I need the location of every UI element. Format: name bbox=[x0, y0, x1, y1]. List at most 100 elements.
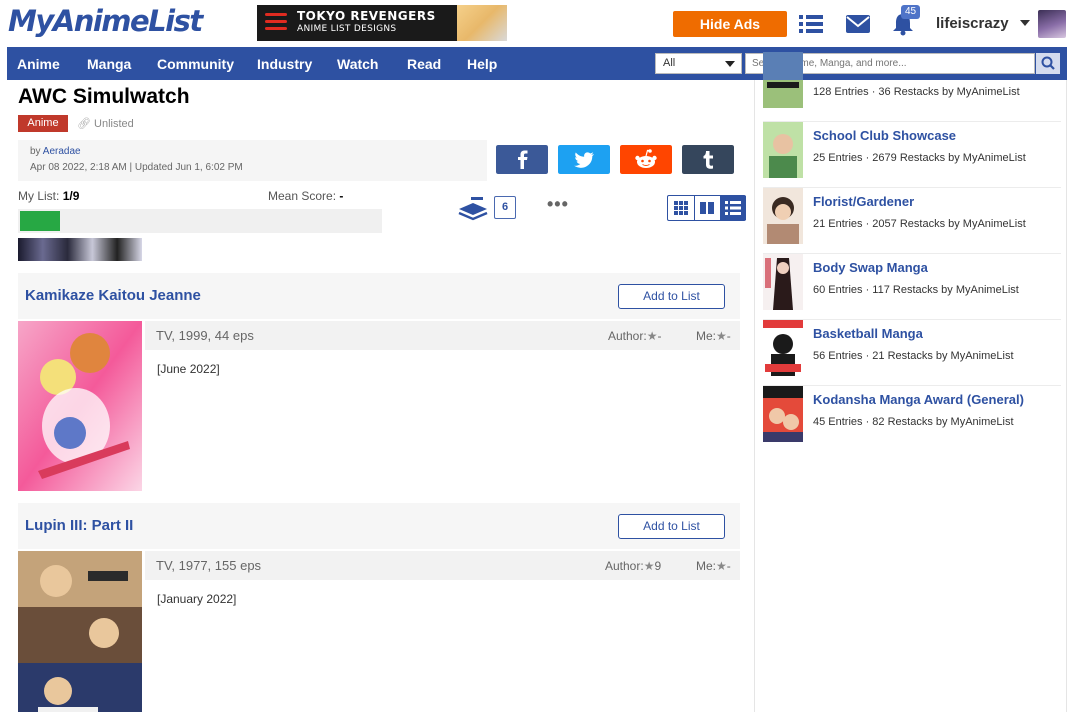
nav-read[interactable]: Read bbox=[407, 56, 441, 72]
star-icon: ★ bbox=[716, 329, 727, 343]
notification-badge: 45 bbox=[901, 5, 921, 19]
nav-manga[interactable]: Manga bbox=[87, 56, 131, 72]
my-score: Me:★- bbox=[696, 559, 731, 573]
my-score: Me:★- bbox=[696, 329, 731, 343]
stack-meta: 45 Entries · 82 Restacks by MyAnimeList bbox=[813, 416, 1014, 428]
entry-note: [June 2022] bbox=[157, 362, 220, 376]
list-view-icon[interactable] bbox=[720, 196, 746, 220]
banner-title: TOKYO REVENGERS bbox=[297, 9, 436, 23]
nav-community[interactable]: Community bbox=[157, 56, 234, 72]
my-score-value: - bbox=[726, 329, 731, 343]
more-options-icon[interactable]: ••• bbox=[547, 194, 569, 215]
entry-header: Lupin III: Part II Add to List bbox=[18, 503, 740, 549]
stack-thumbnail[interactable] bbox=[763, 188, 803, 244]
sidebar-stack-item[interactable]: Florist/Gardener 21 Entries · 2057 Resta… bbox=[763, 188, 1061, 254]
view-toggle bbox=[667, 195, 746, 221]
nav-help[interactable]: Help bbox=[467, 56, 497, 72]
mean-score-value: - bbox=[339, 189, 344, 203]
stack-title[interactable]: Florist/Gardener bbox=[813, 194, 914, 209]
sidebar-stack-item[interactable]: Kodansha Manga Award (General) 45 Entrie… bbox=[763, 386, 1061, 452]
my-list-value: 1/9 bbox=[62, 189, 80, 203]
list-icon bbox=[265, 13, 287, 33]
type-badge: Anime bbox=[18, 115, 68, 132]
add-to-list-button[interactable]: Add to List bbox=[618, 284, 725, 309]
related-stacks-sidebar: 128 Entries · 36 Restacks by MyAnimeList… bbox=[754, 52, 1067, 712]
add-to-list-button[interactable]: Add to List bbox=[618, 514, 725, 539]
facebook-share-button[interactable] bbox=[496, 145, 548, 174]
entry-title[interactable]: Lupin III: Part II bbox=[25, 517, 133, 534]
search-category-select[interactable]: All bbox=[655, 53, 742, 74]
entry-note: [January 2022] bbox=[157, 592, 237, 606]
nav-watch[interactable]: Watch bbox=[337, 56, 378, 72]
visibility-status: 🔗︎ Unlisted bbox=[77, 117, 134, 130]
my-list-label: My List: bbox=[18, 189, 60, 203]
nav-industry[interactable]: Industry bbox=[257, 56, 312, 72]
banner-subtitle: ANIME LIST DESIGNS bbox=[297, 24, 397, 34]
date-info: Apr 08 2022, 2:18 AM | Updated Jun 1, 6:… bbox=[30, 162, 243, 173]
main-content: AWC Simulwatch Anime 🔗︎ Unlisted by Aera… bbox=[7, 80, 754, 712]
cover-image[interactable] bbox=[18, 551, 142, 712]
entry-info: TV, 1999, 44 eps bbox=[156, 328, 254, 343]
ad-banner[interactable]: TOKYO REVENGERS ANIME LIST DESIGNS bbox=[257, 5, 507, 41]
list-menu-icon[interactable] bbox=[798, 12, 824, 36]
tile-view-icon[interactable] bbox=[694, 196, 720, 220]
stack-thumbnail[interactable] bbox=[763, 386, 803, 442]
star-icon: ★ bbox=[643, 559, 655, 573]
author-score-label: Author: bbox=[608, 329, 647, 343]
progress-fill bbox=[20, 211, 60, 231]
stack-title[interactable]: Basketball Manga bbox=[813, 326, 923, 341]
my-score-value: - bbox=[726, 559, 731, 573]
page-title: AWC Simulwatch bbox=[18, 85, 190, 108]
list-item: Lupin III: Part II Add to List TV, 1977,… bbox=[18, 503, 740, 712]
entry-header: Kamikaze Kaitou Jeanne Add to List bbox=[18, 273, 740, 319]
stack-thumbnail[interactable] bbox=[763, 254, 803, 310]
cover-image[interactable] bbox=[18, 321, 142, 491]
entry-info: TV, 1977, 155 eps bbox=[156, 558, 262, 573]
nav-anime[interactable]: Anime bbox=[17, 56, 60, 72]
chevron-down-icon bbox=[725, 61, 735, 67]
author-link[interactable]: Aeradae bbox=[43, 146, 81, 157]
grid-view-icon[interactable] bbox=[668, 196, 694, 220]
hide-ads-button[interactable]: Hide Ads bbox=[673, 11, 787, 37]
username-menu[interactable]: lifeiscrazy bbox=[936, 15, 1009, 32]
author-score-value: 9 bbox=[654, 559, 662, 573]
sidebar-stack-item[interactable]: Basketball Manga 56 Entries · 21 Restack… bbox=[763, 320, 1061, 386]
entry-title[interactable]: Kamikaze Kaitou Jeanne bbox=[25, 287, 201, 304]
stack-thumbnail[interactable] bbox=[763, 320, 803, 376]
stack-meta: 21 Entries · 2057 Restacks by MyAnimeLis… bbox=[813, 218, 1026, 230]
banner-artwork bbox=[457, 5, 507, 41]
twitter-share-button[interactable] bbox=[558, 145, 610, 174]
visibility-label: Unlisted bbox=[94, 118, 134, 130]
stack-meta: 56 Entries · 21 Restacks by MyAnimeList bbox=[813, 350, 1014, 362]
stack-title[interactable]: Body Swap Manga bbox=[813, 260, 928, 275]
stack-meta: 25 Entries · 2679 Restacks by MyAnimeLis… bbox=[813, 152, 1026, 164]
chevron-down-icon[interactable] bbox=[1020, 20, 1030, 26]
stack-meta: by Aeradae Apr 08 2022, 2:18 AM | Update… bbox=[18, 140, 487, 181]
search-category-value: All bbox=[663, 57, 676, 69]
sidebar-stack-item[interactable]: School Club Showcase 25 Entries · 2679 R… bbox=[763, 122, 1061, 188]
star-icon: ★ bbox=[646, 329, 658, 343]
stack-thumbnail[interactable] bbox=[763, 122, 803, 178]
mail-icon[interactable] bbox=[845, 12, 871, 36]
sidebar-stack-item[interactable]: Body Swap Manga 60 Entries · 117 Restack… bbox=[763, 254, 1061, 320]
my-score-label: Me: bbox=[696, 329, 717, 343]
link-icon: 🔗︎ bbox=[77, 118, 91, 130]
stack-title[interactable]: School Club Showcase bbox=[813, 128, 956, 143]
restack-count[interactable]: 6 bbox=[494, 196, 516, 219]
reddit-share-button[interactable] bbox=[620, 145, 672, 174]
entry-info-bar: TV, 1999, 44 eps Author:★- Me:★- bbox=[145, 321, 740, 350]
cover-strip bbox=[18, 238, 142, 261]
mean-score: Mean Score: - bbox=[268, 189, 343, 203]
progress-bar bbox=[18, 209, 382, 233]
avatar[interactable] bbox=[1038, 10, 1066, 38]
stack-title[interactable]: Kodansha Manga Award (General) bbox=[813, 392, 1024, 407]
mean-score-label: Mean Score: bbox=[268, 189, 337, 203]
sidebar-stack-item[interactable]: 128 Entries · 36 Restacks by MyAnimeList bbox=[763, 52, 1061, 122]
site-header: MyAnimeList TOKYO REVENGERS ANIME LIST D… bbox=[0, 0, 1075, 47]
my-list-progress-label: My List: 1/9 bbox=[18, 189, 79, 203]
stack-thumbnail[interactable] bbox=[763, 52, 803, 108]
site-logo[interactable]: MyAnimeList bbox=[8, 4, 203, 38]
tumblr-share-button[interactable] bbox=[682, 145, 734, 174]
star-icon: ★ bbox=[716, 559, 727, 573]
restack-icon[interactable] bbox=[457, 195, 489, 223]
